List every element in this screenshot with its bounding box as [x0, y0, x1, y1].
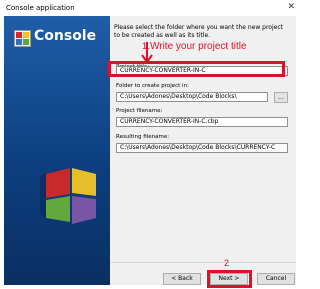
logo-text: Console — [34, 28, 97, 44]
next-button-highlight — [207, 270, 252, 288]
codeblocks-cube-logo — [40, 168, 96, 224]
folder-label: Folder to create project in: — [116, 83, 189, 89]
console-app-icon — [14, 30, 31, 47]
folder-input[interactable]: C:\Users\Adones\Desktop\Code Blocks\ — [116, 92, 268, 102]
browse-button[interactable]: ... — [274, 92, 288, 103]
annotation-step-1-text: Write your project title — [150, 41, 247, 52]
project-filename-label: Project filename: — [116, 108, 163, 114]
close-icon[interactable]: ✕ — [287, 2, 295, 12]
wizard-logo-panel: Console — [4, 16, 110, 285]
cancel-button[interactable]: Cancel — [257, 273, 295, 285]
resulting-filename-field: C:\Users\Adones\Desktop\Code Blocks\CURR… — [116, 143, 288, 153]
project-title-highlight — [108, 61, 285, 77]
footer-separator — [110, 262, 296, 263]
annotation-step-1: 1. — [142, 41, 150, 51]
project-filename-input[interactable]: CURRENCY-CONVERTER-IN-C.cbp — [116, 117, 288, 127]
resulting-filename-label: Resulting filename: — [116, 134, 170, 140]
annotation-step-2: 2 — [224, 258, 230, 268]
wizard-description: Please select the folder where you want … — [114, 24, 283, 39]
title-bar: Console application ✕ — [0, 0, 300, 16]
back-button[interactable]: < Back — [163, 273, 201, 285]
window-title: Console application — [6, 4, 75, 12]
